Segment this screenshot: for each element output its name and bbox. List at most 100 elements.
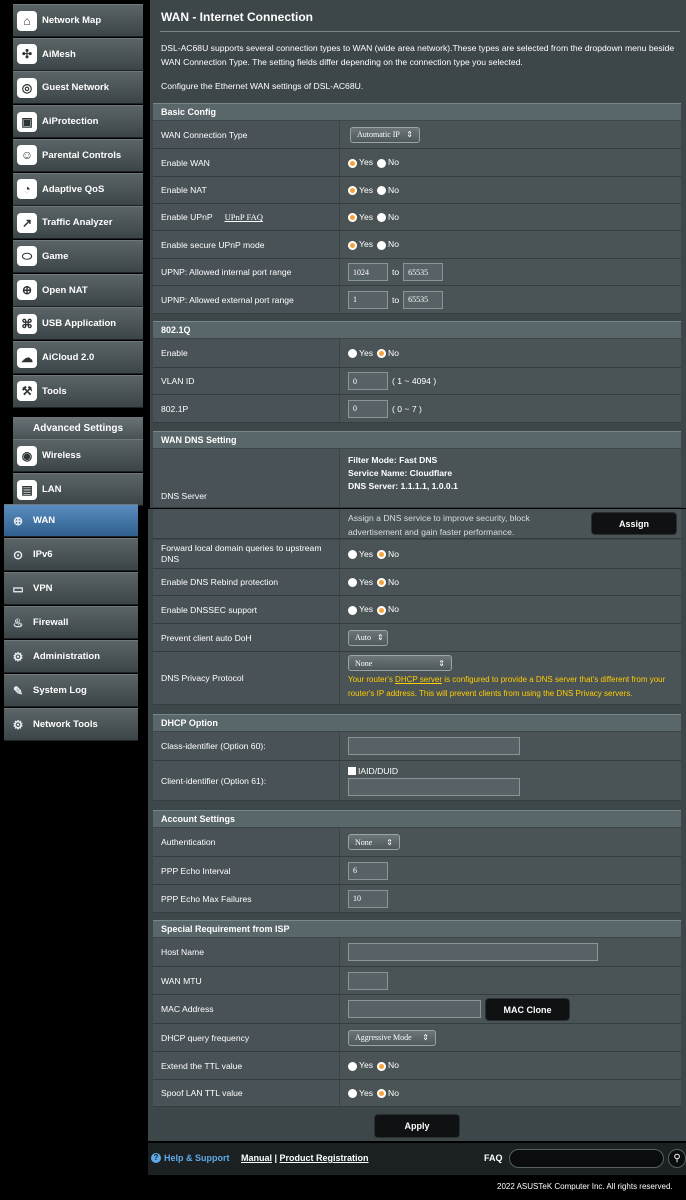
assign-text: Assign a DNS service to improve security… [348, 513, 530, 537]
ttl-yes[interactable]: Yes [348, 1060, 373, 1071]
secure-upnp-no[interactable]: No [377, 239, 400, 250]
dot1p-input[interactable]: 0 [348, 399, 388, 418]
dot1q-yes[interactable]: Yes [348, 348, 373, 359]
enable-upnp-yes[interactable]: Yes [348, 212, 373, 223]
sidebar-item-system-log[interactable]: ✎ System Log [4, 674, 138, 707]
select-arrows-icon: ⇕ [422, 1033, 429, 1042]
footer-links: Manual | Product Registration [241, 1153, 369, 1163]
sidebar-item-label: VPN [33, 583, 53, 594]
auth-select[interactable]: None ⇕ [348, 834, 400, 850]
forward-no[interactable]: No [377, 549, 399, 560]
advanced-settings-header: Advanced Settings [13, 417, 143, 439]
footer-help[interactable]: ? Help & Support [151, 1153, 230, 1163]
vlan-id-input[interactable]: 0 [348, 372, 388, 390]
mtu-input[interactable] [348, 971, 388, 990]
apply-button[interactable]: Apply [374, 1114, 460, 1138]
enable-wan-yes[interactable]: Yes [348, 157, 373, 168]
sidebar-item-traffic-analyzer[interactable]: ↗ Traffic Analyzer [13, 206, 143, 240]
rebind-yes[interactable]: Yes [348, 577, 373, 588]
assign-button[interactable]: Assign [591, 512, 677, 535]
dnssec-yes[interactable]: Yes [348, 604, 373, 615]
sidebar-item-aimesh[interactable]: ✣ AiMesh [13, 37, 143, 71]
mac-clone-button[interactable]: MAC Clone [485, 998, 570, 1021]
class-id-cell [339, 732, 681, 760]
sidebar-item-usb-application[interactable]: ⌘ USB Application [13, 307, 143, 341]
internal-range-label: UPNP: Allowed internal port range [161, 267, 292, 277]
dot1q-no[interactable]: No [377, 347, 400, 359]
sidebar-item-tools[interactable]: ⚒ Tools [13, 374, 143, 408]
isp-header: Special Requirement from ISP [153, 920, 681, 937]
dns-server-text: DNS Server: 1.1.1.1, 1.0.0.1 [348, 481, 458, 491]
mac-input[interactable] [348, 1000, 481, 1018]
spoof-no[interactable]: No [377, 1088, 399, 1099]
doh-select[interactable]: Auto ⇕ [348, 629, 388, 646]
row-mac-address: MAC Address [153, 995, 681, 1024]
echo-fail-cell: 10 [339, 885, 681, 912]
dhcp-server-link[interactable]: DHCP server [395, 675, 442, 684]
internal-from-input[interactable]: 1024 [348, 263, 388, 281]
enable-wan-label: Enable WAN [161, 157, 210, 168]
sidebar-item-label: AiCloud 2.0 [42, 352, 95, 363]
sidebar-item-adaptive-qos[interactable]: ◔ Adaptive QoS [13, 172, 143, 206]
sidebar-item-aiprotection[interactable]: ▣ AiProtection [13, 105, 143, 139]
rebind-no[interactable]: No [377, 577, 399, 588]
no-label: No [388, 347, 400, 358]
radio-selected-icon [377, 578, 387, 588]
forward-yes[interactable]: Yes [348, 549, 373, 560]
sidebar-item-ipv6[interactable]: ⊙ IPv6 [4, 538, 138, 571]
row-enable-wan: Enable WAN Yes No [153, 149, 681, 177]
row-dns-rebind: Enable DNS Rebind protection Yes No [153, 569, 681, 596]
client-id-input[interactable] [348, 777, 520, 796]
dhcp-freq-select[interactable]: Aggressive Mode ⇕ [348, 1029, 436, 1046]
enable-nat-label: Enable NAT [161, 185, 207, 195]
faq-search-input[interactable] [509, 1149, 664, 1168]
spoof-yes[interactable]: Yes [348, 1088, 373, 1099]
external-from-input[interactable]: 1 [348, 290, 388, 309]
echo-fail-input[interactable]: 10 [348, 889, 388, 908]
ipv6-icon: ⊙ [12, 547, 24, 562]
row-authentication: Authentication None ⇕ [153, 828, 681, 857]
sidebar-item-guest-network[interactable]: ◎ Guest Network [13, 71, 143, 105]
sidebar-item-wan[interactable]: ⊕ WAN [4, 504, 138, 537]
sidebar-item-game[interactable]: ⬭ Game [13, 239, 143, 273]
enable-upnp-no[interactable]: No [377, 212, 399, 223]
sidebar-item-aicloud-2-0[interactable]: ☁ AiCloud 2.0 [13, 341, 143, 374]
product-registration-link[interactable]: Product Registration [280, 1153, 369, 1163]
doh-cell: Auto ⇕ [339, 624, 681, 651]
enable-nat-no[interactable]: No [377, 185, 399, 196]
internal-to-input[interactable]: 65535 [403, 263, 444, 281]
radio-icon [348, 1089, 357, 1099]
sidebar-item-lan[interactable]: ▤ LAN [13, 473, 143, 506]
sidebar-item-label: LAN [42, 484, 62, 495]
enable-nat-yes[interactable]: Yes [348, 185, 373, 196]
secure-upnp-yes[interactable]: Yes [348, 239, 373, 250]
search-icon[interactable]: ⚲ [668, 1149, 686, 1168]
echo-interval-input[interactable]: 6 [348, 861, 388, 880]
no-label: No [388, 239, 400, 250]
row-internal-port-range: UPNP: Allowed internal port range 1024 to 6… [153, 259, 681, 286]
account-settings-header: Account Settings [153, 810, 681, 827]
sidebar-item-administration[interactable]: ⚙ Administration [4, 640, 138, 673]
sidebar-item-firewall[interactable]: ♨ Firewall [4, 606, 138, 639]
dnssec-no[interactable]: No [377, 604, 399, 615]
external-to-input[interactable]: 65535 [403, 290, 444, 309]
echo-interval-cell: 6 [339, 857, 681, 884]
sidebar-item-vpn[interactable]: ▭ VPN [4, 572, 138, 605]
wan-type-select[interactable]: Automatic IP ⇕ [350, 126, 420, 143]
sidebar-item-parental-controls[interactable]: ☺ Parental Controls [13, 138, 143, 172]
class-id-input[interactable] [348, 737, 520, 755]
enable-wan-no[interactable]: No [377, 157, 399, 168]
link-separator: | [272, 1153, 280, 1163]
secure-upnp-cell: Yes No [339, 231, 681, 258]
manual-link[interactable]: Manual [241, 1153, 272, 1163]
sidebar-item-network-tools[interactable]: ⚙ Network Tools [4, 708, 138, 741]
host-input[interactable] [348, 943, 598, 961]
ttl-cell: Yes No [339, 1052, 681, 1079]
privacy-select[interactable]: None ⇕ [348, 655, 452, 671]
iaid-checkbox[interactable]: IAID/DUID [348, 766, 398, 776]
ttl-no[interactable]: No [377, 1060, 399, 1071]
sidebar-item-network-map[interactable]: ⌂ Network Map [13, 4, 143, 37]
sidebar-item-wireless[interactable]: ◉ Wireless [13, 439, 143, 472]
upnp-faq-link[interactable]: UPnP FAQ [225, 212, 263, 222]
sidebar-item-open-nat[interactable]: ⊕ Open NAT [13, 273, 143, 307]
